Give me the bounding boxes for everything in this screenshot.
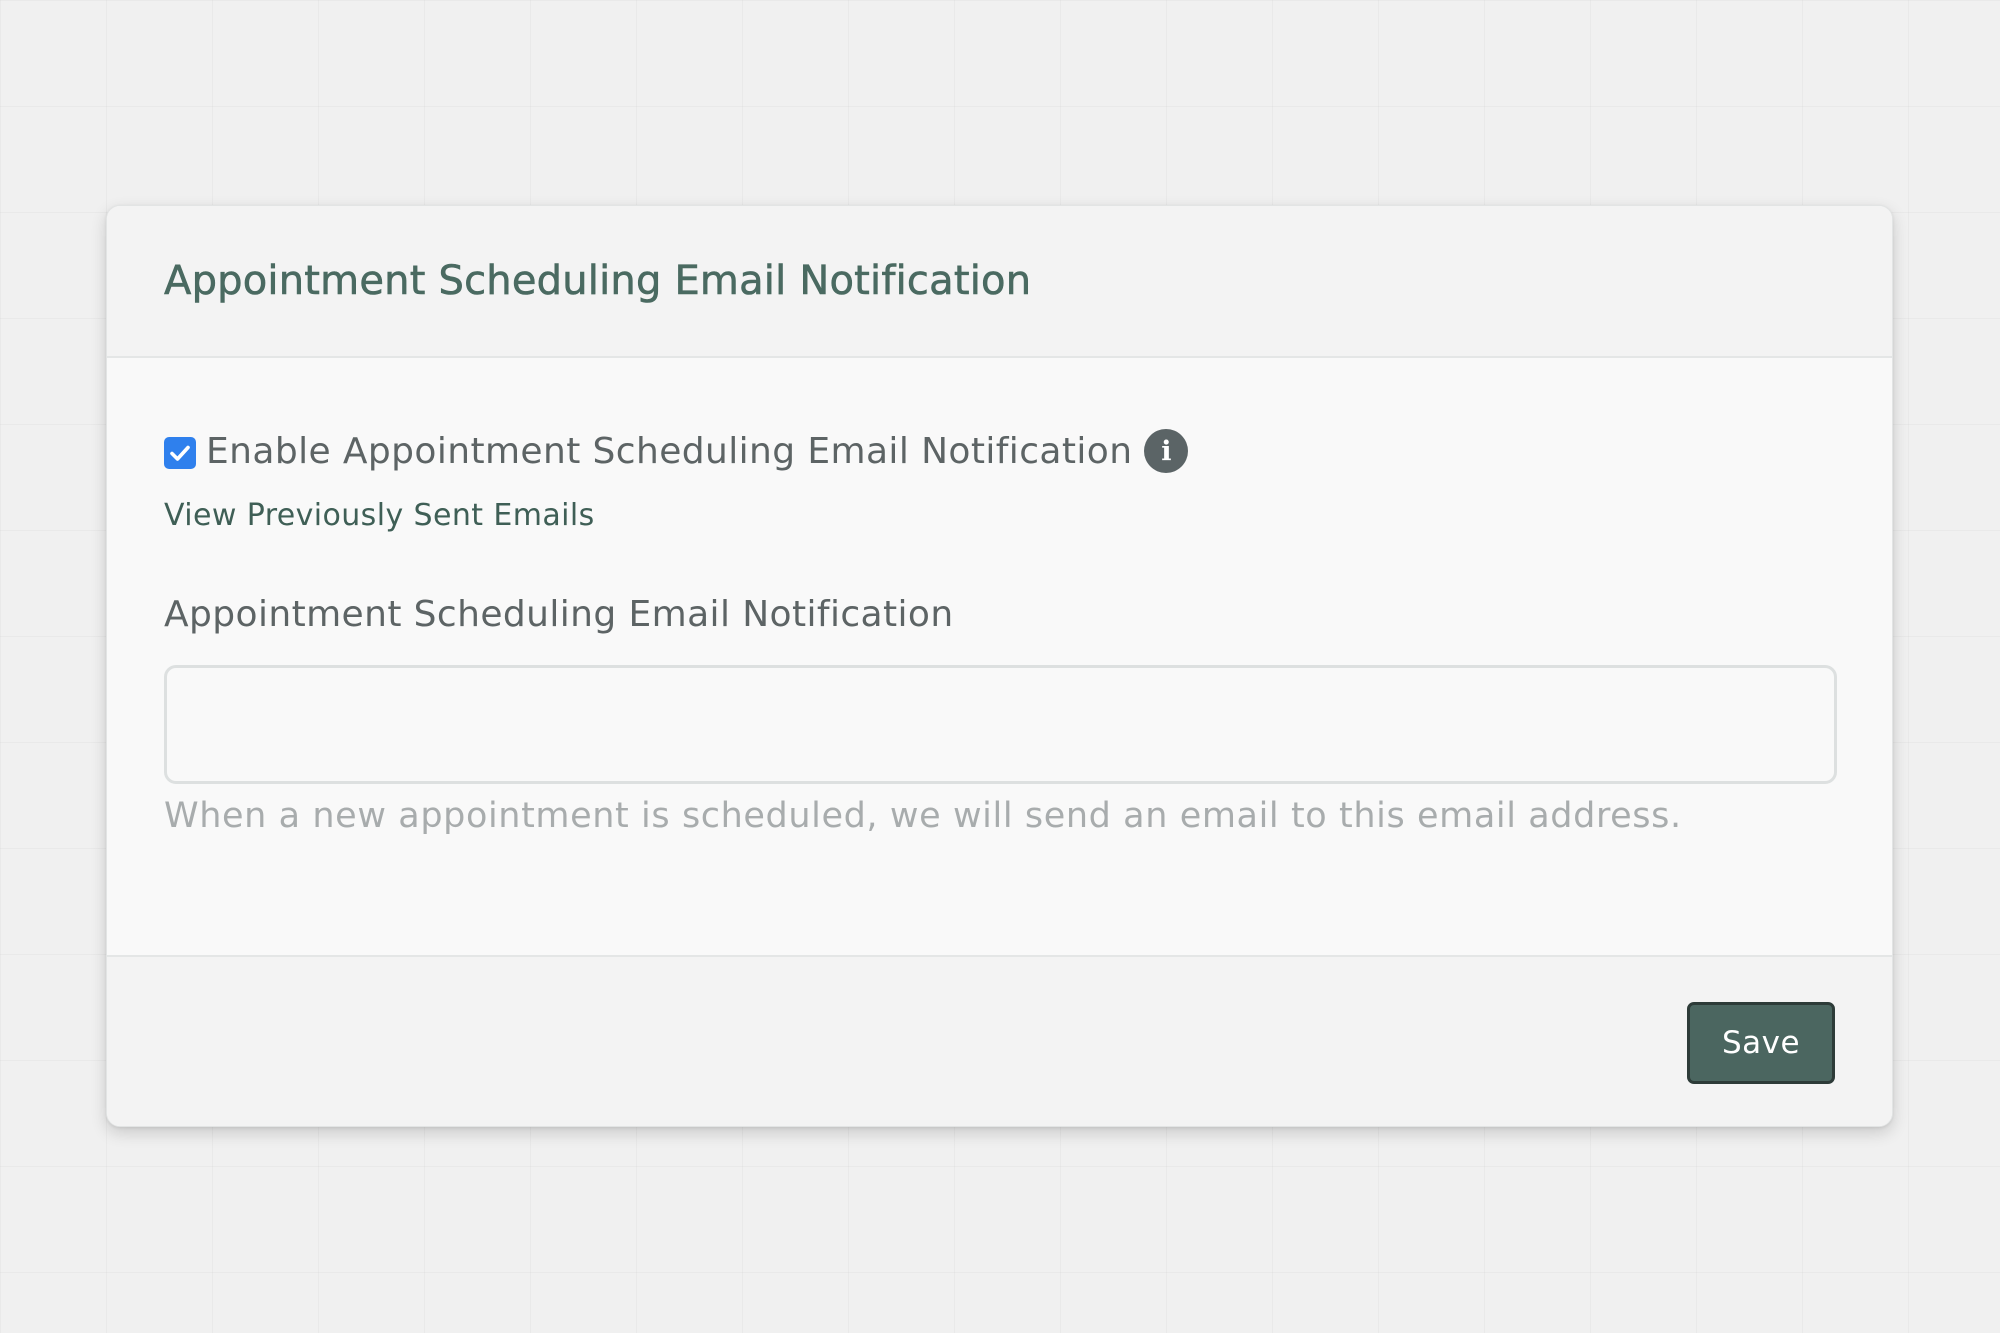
view-previously-sent-emails-link[interactable]: View Previously Sent Emails [164, 498, 595, 533]
notification-settings-card: Appointment Scheduling Email Notificatio… [106, 205, 1893, 1127]
card-title: Appointment Scheduling Email Notificatio… [164, 258, 1032, 305]
check-icon [170, 445, 190, 461]
email-field-label: Appointment Scheduling Email Notificatio… [164, 594, 954, 635]
notification-email-input[interactable] [164, 665, 1837, 784]
card-header: Appointment Scheduling Email Notificatio… [107, 206, 1892, 358]
enable-notification-row: Enable Appointment Scheduling Email Noti… [164, 427, 1189, 475]
card-footer: Save [107, 955, 1892, 1126]
enable-notification-checkbox[interactable] [164, 437, 196, 469]
save-button[interactable]: Save [1687, 1002, 1835, 1084]
email-help-text: When a new appointment is scheduled, we … [164, 796, 1682, 836]
info-icon[interactable]: i [1144, 429, 1189, 473]
enable-notification-label[interactable]: Enable Appointment Scheduling Email Noti… [206, 431, 1132, 472]
card-body: Enable Appointment Scheduling Email Noti… [107, 358, 1892, 955]
